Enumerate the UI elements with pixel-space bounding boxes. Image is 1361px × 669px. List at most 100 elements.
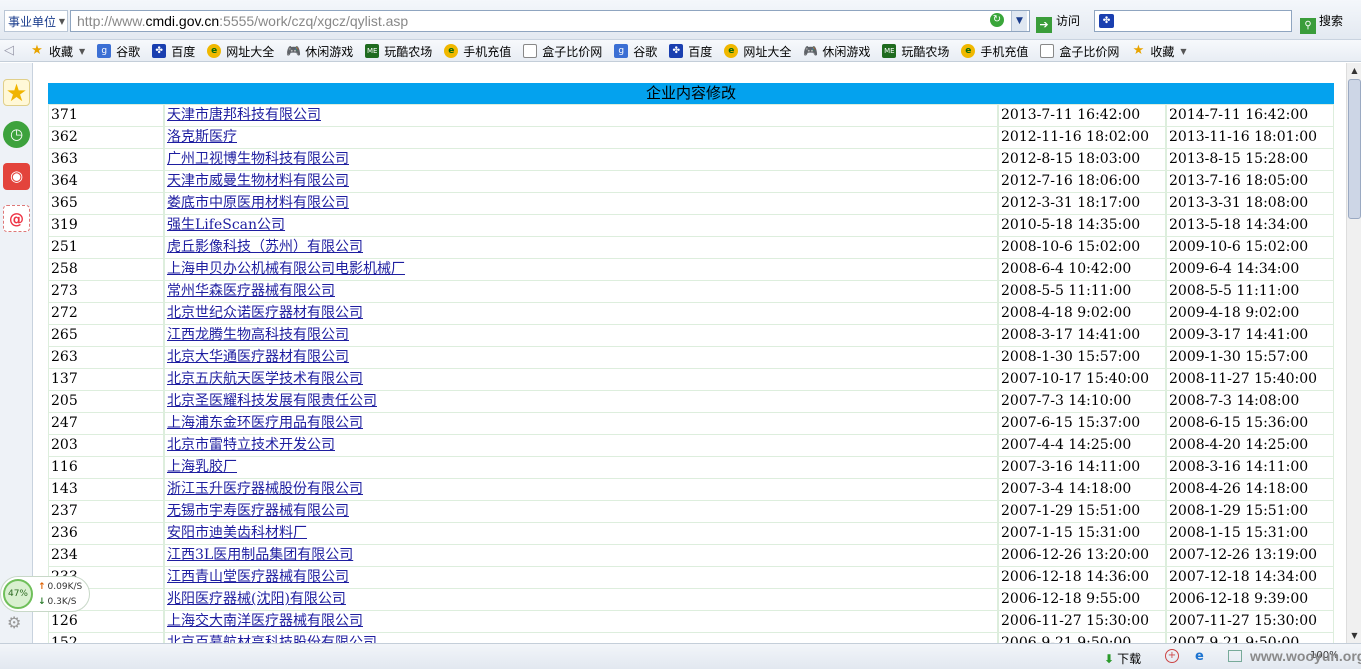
ie-icon[interactable]: e <box>1195 649 1204 664</box>
company-name-cell[interactable]: 上海浦东金环医疗用品有限公司 <box>165 413 997 434</box>
favorite-item[interactable]: 盒子比价网 <box>1040 43 1119 60</box>
company-link[interactable]: 江西龙腾生物高科技有限公司 <box>167 327 349 343</box>
end-time: 2006-12-18 9:39:00 <box>1167 589 1333 610</box>
back-arrow-icon[interactable]: ◁ <box>4 43 14 58</box>
favorite-item[interactable]: e 手机充值 <box>444 43 511 60</box>
search-input[interactable]: ✤ <box>1094 10 1292 32</box>
page-content: 企业内容修改 371 天津市唐邦科技有限公司 2013-7-11 16:42:00 2… <box>34 63 1346 643</box>
company-link[interactable]: 广州卫视博生物科技有限公司 <box>167 151 349 167</box>
scroll-down-icon[interactable]: ▼ <box>1347 628 1361 643</box>
company-link[interactable]: 天津市威曼生物材料有限公司 <box>167 173 349 189</box>
company-name-cell[interactable]: 上海申贝办公机械有限公司电影机械厂 <box>165 259 997 280</box>
favorite-item[interactable]: ✤ 百度 <box>669 43 712 60</box>
favorite-item[interactable]: e 网址大全 <box>724 43 791 60</box>
favorite-item[interactable]: ME 玩酷农场 <box>365 43 432 60</box>
company-name-cell[interactable]: 上海乳胶厂 <box>165 457 997 478</box>
favorite-item[interactable]: 🎮 休闲游戏 <box>286 43 353 60</box>
company-name-cell[interactable]: 常州华森医疗器械有限公司 <box>165 281 997 302</box>
company-link[interactable]: 上海申贝办公机械有限公司电影机械厂 <box>167 261 405 277</box>
plus-icon[interactable]: + <box>1165 649 1179 663</box>
favorite-item[interactable]: ME 玩酷农场 <box>882 43 949 60</box>
gear-icon[interactable]: ⚙ <box>7 613 21 632</box>
download-label: 下载 <box>1117 652 1142 666</box>
company-name-cell[interactable]: 北京世纪众诺医疗器材有限公司 <box>165 303 997 324</box>
scroll-up-icon[interactable]: ▲ <box>1347 63 1361 78</box>
weibo-icon[interactable]: ◉ <box>3 163 30 190</box>
company-name-cell[interactable]: 娄底市中原医用材料有限公司 <box>165 193 997 214</box>
company-name-cell[interactable]: 天津市唐邦科技有限公司 <box>165 105 997 126</box>
company-link[interactable]: 上海交大南洋医疗器械有限公司 <box>167 613 363 629</box>
company-name-cell[interactable]: 上海交大南洋医疗器械有限公司 <box>165 611 997 632</box>
company-link[interactable]: 无锡市宇寿医疗器械有限公司 <box>167 503 349 519</box>
company-link[interactable]: 洛克斯医疗 <box>167 129 237 145</box>
start-time: 2007-6-15 15:37:00 <box>999 413 1165 434</box>
company-name-cell[interactable]: 北京圣医耀科技发展有限责任公司 <box>165 391 997 412</box>
company-link[interactable]: 北京大华通医疗器材有限公司 <box>167 349 349 365</box>
chevron-down-icon[interactable]: ▼ <box>1180 47 1186 56</box>
favorite-item[interactable]: g 谷歌 <box>614 43 657 60</box>
company-link[interactable]: 虎丘影像科技（苏州）有限公司 <box>167 239 363 255</box>
refresh-icon[interactable]: ↻ <box>990 13 1004 27</box>
company-name-cell[interactable]: 广州卫视博生物科技有限公司 <box>165 149 997 170</box>
clock-icon[interactable]: ◷ <box>3 121 30 148</box>
mail-icon[interactable]: @ <box>3 205 30 232</box>
favorites-bar: ◁ ★ 收藏 ▼ g 谷歌 ✤ 百度 e 网址大全 🎮 休闲游戏 ME 玩酷农场 e 手机充值 盒子比价网 g 谷… <box>0 40 1361 62</box>
window-icon[interactable] <box>1228 650 1242 662</box>
company-link[interactable]: 浙江玉升医疗器械股份有限公司 <box>167 481 363 497</box>
company-name-cell[interactable]: 天津市威曼生物材料有限公司 <box>165 171 997 192</box>
company-name-cell[interactable]: 北京市雷特立技术开发公司 <box>165 435 997 456</box>
company-link[interactable]: 娄底市中原医用材料有限公司 <box>167 195 349 211</box>
company-name-cell[interactable]: 无锡市宇寿医疗器械有限公司 <box>165 501 997 522</box>
company-name-cell[interactable]: 江西3L医用制品集团有限公司 <box>165 545 997 566</box>
download-button[interactable]: ⬇ 下载 <box>1104 650 1141 667</box>
favorite-item[interactable]: 盒子比价网 <box>523 43 602 60</box>
company-link[interactable]: 常州华森医疗器械有限公司 <box>167 283 335 299</box>
company-link[interactable]: 天津市唐邦科技有限公司 <box>167 107 321 123</box>
company-name-cell[interactable]: 北京大华通医疗器材有限公司 <box>165 347 997 368</box>
watermark: www.wooyun.org <box>1250 648 1361 664</box>
download-speed: ↓ 0.3K/S <box>38 597 77 607</box>
favorite-item[interactable]: ✤ 百度 <box>152 43 195 60</box>
chevron-down-icon[interactable]: ▼ <box>79 47 85 56</box>
company-name-cell[interactable]: 安阳市迪美齿科材料厂 <box>165 523 997 544</box>
zone-dropdown[interactable]: 事业单位 ▼ <box>4 10 68 32</box>
company-name-cell[interactable]: 北京五庆航天医学技术有限公司 <box>165 369 997 390</box>
company-link[interactable]: 上海浦东金环医疗用品有限公司 <box>167 415 363 431</box>
visit-button[interactable]: ➔ 访问 <box>1036 11 1088 33</box>
company-link[interactable]: 北京百慕航材高科技股份有限公司 <box>167 635 377 643</box>
favorite-item[interactable]: g 谷歌 <box>97 43 140 60</box>
favorite-item[interactable]: e 网址大全 <box>207 43 274 60</box>
company-link[interactable]: 北京五庆航天医学技术有限公司 <box>167 371 363 387</box>
company-link[interactable]: 北京圣医耀科技发展有限责任公司 <box>167 393 377 409</box>
company-link[interactable]: 安阳市迪美齿科材料厂 <box>167 525 307 541</box>
table-row: 371 天津市唐邦科技有限公司 2013-7-11 16:42:00 2014-7-1… <box>48 104 1334 126</box>
favorite-item[interactable]: ★ 收藏 ▼ <box>30 43 85 60</box>
company-name-cell[interactable]: 江西青山堂医疗器械有限公司 <box>165 567 997 588</box>
company-name-cell[interactable]: 兆阳医疗器械(沈阳)有限公司 <box>165 589 997 610</box>
end-time: 2008-11-27 15:40:00 <box>1167 369 1333 390</box>
company-link[interactable]: 上海乳胶厂 <box>167 459 237 475</box>
vertical-scrollbar[interactable]: ▲ ▼ <box>1346 63 1361 643</box>
company-link[interactable]: 强生LifeScan公司 <box>167 217 285 233</box>
url-input[interactable]: http://www.cmdi.gov.cn:5555/work/czq/xgc… <box>70 10 1030 32</box>
url-history-dropdown[interactable]: ▼ <box>1011 11 1027 31</box>
company-link[interactable]: 北京世纪众诺医疗器材有限公司 <box>167 305 363 321</box>
company-name-cell[interactable]: 江西龙腾生物高科技有限公司 <box>165 325 997 346</box>
company-link[interactable]: 兆阳医疗器械(沈阳)有限公司 <box>167 591 346 607</box>
company-name-cell[interactable]: 洛克斯医疗 <box>165 127 997 148</box>
company-name-cell[interactable]: 北京百慕航材高科技股份有限公司 <box>165 633 997 643</box>
favorite-item[interactable]: e 手机充值 <box>961 43 1028 60</box>
net-speed-widget[interactable]: 47% ↑ 0.09K/S ↓ 0.3K/S <box>0 576 90 612</box>
search-button[interactable]: ⚲ 搜索 <box>1300 11 1360 34</box>
company-link[interactable]: 江西3L医用制品集团有限公司 <box>167 547 353 563</box>
favorite-item[interactable]: ★ 收藏 ▼ <box>1131 43 1187 60</box>
company-link[interactable]: 北京市雷特立技术开发公司 <box>167 437 335 453</box>
favorite-item[interactable]: 🎮 休闲游戏 <box>803 43 870 60</box>
company-name-cell[interactable]: 强生LifeScan公司 <box>165 215 997 236</box>
company-name-cell[interactable]: 虎丘影像科技（苏州）有限公司 <box>165 237 997 258</box>
company-link[interactable]: 江西青山堂医疗器械有限公司 <box>167 569 349 585</box>
star-icon[interactable]: ★ <box>3 79 30 107</box>
company-name-cell[interactable]: 浙江玉升医疗器械股份有限公司 <box>165 479 997 500</box>
scroll-thumb[interactable] <box>1348 79 1361 219</box>
360-icon: e <box>724 44 739 58</box>
